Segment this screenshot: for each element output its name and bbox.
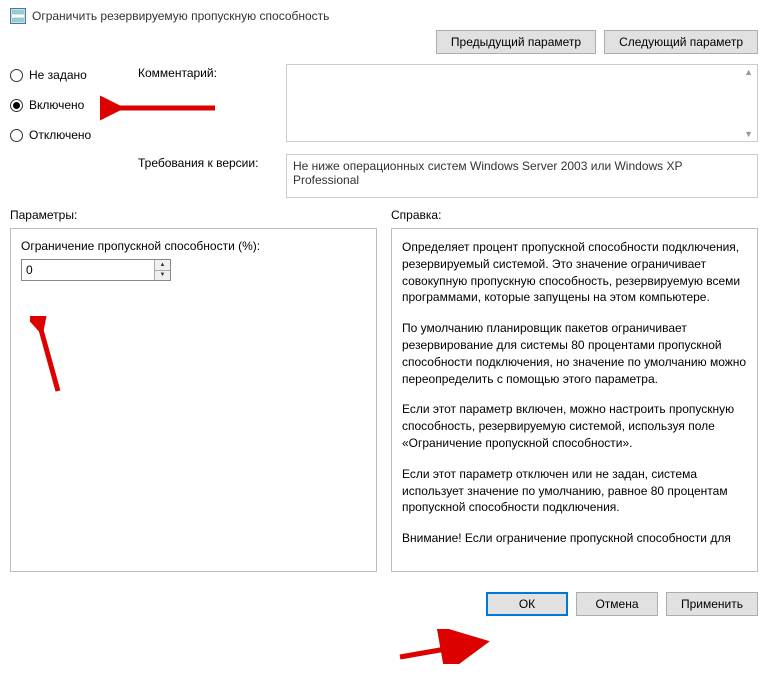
requirements-label: Требования к версии:	[138, 154, 278, 170]
help-paragraph: Внимание! Если ограничение пропускной сп…	[402, 530, 747, 547]
cancel-button[interactable]: Отмена	[576, 592, 658, 616]
requirements-text: Не ниже операционных систем Windows Serv…	[286, 154, 758, 198]
help-panel: Определяет процент пропускной способност…	[391, 228, 758, 572]
radio-not-configured-label: Не задано	[29, 68, 87, 82]
radio-enabled-input[interactable]	[10, 99, 23, 112]
spinner-down-button[interactable]: ▼	[155, 271, 170, 281]
spinner-up-button[interactable]: ▲	[155, 260, 170, 271]
prev-setting-button[interactable]: Предыдущий параметр	[436, 30, 596, 54]
radio-not-configured-input[interactable]	[10, 69, 23, 82]
bandwidth-limit-label: Ограничение пропускной способности (%):	[21, 239, 366, 253]
comment-label: Комментарий:	[138, 64, 278, 80]
radio-enabled[interactable]: Включено	[10, 98, 138, 112]
next-setting-button[interactable]: Следующий параметр	[604, 30, 758, 54]
window-title: Ограничить резервируемую пропускную спос…	[32, 9, 329, 23]
help-paragraph: Если этот параметр включен, можно настро…	[402, 401, 747, 451]
radio-enabled-label: Включено	[29, 98, 84, 112]
options-panel: Ограничение пропускной способности (%): …	[10, 228, 377, 572]
bandwidth-input[interactable]	[22, 260, 154, 280]
options-label: Параметры:	[10, 208, 377, 222]
radio-not-configured[interactable]: Не задано	[10, 68, 138, 82]
radio-disabled-input[interactable]	[10, 129, 23, 142]
ok-button[interactable]: ОК	[486, 592, 568, 616]
help-label: Справка:	[391, 208, 758, 222]
radio-disabled-label: Отключено	[29, 128, 91, 142]
scroll-up-icon: ▲	[744, 67, 753, 77]
scroll-down-icon: ▼	[744, 129, 753, 139]
comment-textarea[interactable]: ▲ ▼	[286, 64, 758, 142]
help-paragraph: По умолчанию планировщик пакетов огранич…	[402, 320, 747, 387]
radio-disabled[interactable]: Отключено	[10, 128, 138, 142]
help-paragraph: Если этот параметр отключен или не задан…	[402, 466, 747, 516]
apply-button[interactable]: Применить	[666, 592, 758, 616]
bandwidth-spinner[interactable]: ▲ ▼	[21, 259, 171, 281]
annotation-arrow-icon	[395, 629, 495, 664]
policy-icon	[10, 8, 26, 24]
help-paragraph: Определяет процент пропускной способност…	[402, 239, 747, 306]
